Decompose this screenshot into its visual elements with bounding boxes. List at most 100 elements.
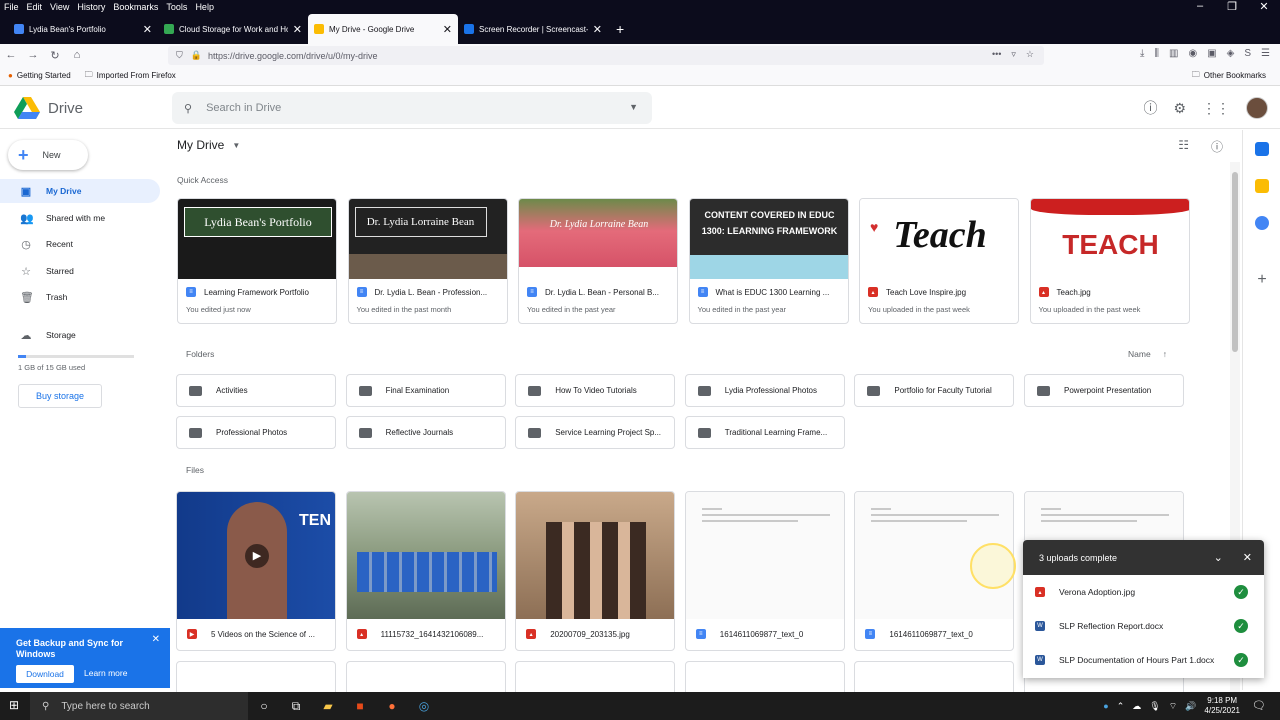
- close-icon[interactable]: ✕: [152, 634, 160, 645]
- shield-icon[interactable]: ⛉: [176, 50, 183, 61]
- folder-item[interactable]: Portfolio for Faculty Tutorial: [854, 374, 1015, 407]
- close-tab-icon[interactable]: ✕: [443, 23, 452, 36]
- cortana-icon[interactable]: ○: [248, 699, 280, 713]
- drive-logo[interactable]: Drive: [14, 97, 83, 119]
- url-bar[interactable]: ⛉ 🔒 https://drive.google.com/drive/u/0/m…: [168, 46, 1044, 65]
- home-icon[interactable]: ⌂: [66, 49, 88, 61]
- file-card[interactable]: ▴ 20200709_203135.jpg: [515, 491, 676, 651]
- tab-3[interactable]: Screen Recorder | Screencast-O ✕: [458, 14, 608, 44]
- breadcrumb[interactable]: My Drive ▼: [177, 138, 240, 152]
- task-view-icon[interactable]: ⧉: [280, 699, 312, 714]
- extension-icon[interactable]: ◈: [1227, 48, 1235, 59]
- back-icon[interactable]: ←: [0, 49, 22, 61]
- upload-item[interactable]: W SLP Reflection Report.docx ✓: [1023, 609, 1264, 643]
- tray-chevron-icon[interactable]: ⌃: [1117, 701, 1125, 712]
- page-title[interactable]: My Drive: [177, 138, 224, 152]
- menu-bookmarks[interactable]: Bookmarks: [113, 2, 158, 12]
- close-tab-icon[interactable]: ✕: [143, 23, 152, 36]
- sidebar-item-starred[interactable]: ☆ Starred: [0, 259, 160, 283]
- settings-icon[interactable]: ⚙: [1173, 100, 1186, 117]
- new-button[interactable]: + New: [8, 140, 88, 170]
- firefox-icon[interactable]: ●: [376, 699, 408, 713]
- onedrive-icon[interactable]: ☁: [1132, 701, 1141, 712]
- file-explorer-icon[interactable]: ▰: [312, 699, 344, 713]
- url-text[interactable]: https://drive.google.com/drive/u/0/my-dr…: [208, 51, 378, 61]
- menu-file[interactable]: File: [4, 2, 19, 12]
- taskbar-search-placeholder[interactable]: Type here to search: [61, 701, 149, 712]
- quick-access-card[interactable]: TEACH ▴ Teach.jpg You uploaded in the past …: [1029, 198, 1190, 324]
- sort-control[interactable]: Name ↑: [1128, 349, 1167, 359]
- account-icon[interactable]: ◉: [1188, 48, 1197, 59]
- microphone-icon[interactable]: 🎙: [1149, 701, 1160, 712]
- screencast-tray-icon[interactable]: ●: [1103, 701, 1108, 711]
- buy-storage-button[interactable]: Buy storage: [18, 384, 102, 408]
- upload-item[interactable]: W SLP Documentation of Hours Part 1.docx ✓: [1023, 643, 1264, 677]
- folder-item[interactable]: Professional Photos: [176, 416, 336, 449]
- chevron-down-icon[interactable]: ▼: [232, 141, 240, 150]
- clock[interactable]: 9:18 PM 4/25/2021: [1204, 696, 1240, 716]
- chevron-down-icon[interactable]: ⌄: [1214, 551, 1223, 564]
- tab-2[interactable]: My Drive - Google Drive ✕: [308, 14, 458, 44]
- play-icon[interactable]: ▶: [245, 544, 269, 568]
- learn-more-button[interactable]: Learn more: [84, 668, 127, 678]
- quick-access-card[interactable]: CONTENT COVERED IN EDUC 1300: LEARNING F…: [688, 198, 849, 324]
- forward-icon[interactable]: →: [22, 49, 44, 61]
- folder-item[interactable]: Lydia Professional Photos: [684, 374, 845, 407]
- list-view-icon[interactable]: ☷: [1178, 138, 1189, 155]
- new-tab-icon[interactable]: +: [608, 14, 632, 44]
- menu-tools[interactable]: Tools: [166, 2, 187, 12]
- search-icon[interactable]: ⚲: [184, 102, 192, 115]
- add-addon-icon[interactable]: +: [1255, 272, 1269, 288]
- library-icon[interactable]: ⫼: [1154, 48, 1159, 59]
- calendar-icon[interactable]: [1255, 142, 1269, 156]
- quick-access-card[interactable]: Dr. Lydia Lorraine Bean ≡ Dr. Lydia L. Bea…: [347, 198, 508, 324]
- sidebar-item-trash[interactable]: 🗑 Trash: [0, 285, 160, 309]
- tab-1[interactable]: Cloud Storage for Work and Ho ✕: [158, 14, 308, 44]
- download-button[interactable]: Download: [16, 665, 74, 683]
- folder-item[interactable]: How To Video Tutorials: [515, 374, 676, 407]
- sort-label[interactable]: Name: [1128, 349, 1151, 359]
- search-input[interactable]: Search in Drive: [206, 102, 281, 114]
- taskbar-search[interactable]: ⚲ Type here to search: [30, 692, 248, 720]
- sidebar-item-recent[interactable]: ◷ Recent: [0, 232, 160, 256]
- folder-item[interactable]: Service Learning Project Sp...: [515, 416, 676, 449]
- sidebar-toggle-icon[interactable]: ▥: [1169, 48, 1178, 59]
- windows-start-icon[interactable]: ⊞: [9, 698, 19, 712]
- folder-item[interactable]: Reflective Journals: [345, 416, 506, 449]
- bookmark-imported[interactable]: 🗀 Imported From Firefox: [85, 69, 176, 83]
- quick-access-card[interactable]: Teach ♥ ▴ Teach Love Inspire.jpg You uploade…: [859, 198, 1019, 324]
- sidebar-item-storage[interactable]: ☁ Storage: [0, 323, 160, 347]
- office-icon[interactable]: ■: [344, 699, 376, 713]
- notifications-icon[interactable]: 🗨: [1252, 699, 1266, 712]
- folder-item[interactable]: Traditional Learning Frame...: [684, 416, 845, 449]
- page-actions-icon[interactable]: •••: [992, 49, 1001, 60]
- menu-view[interactable]: View: [50, 2, 69, 12]
- menu-help[interactable]: Help: [195, 2, 214, 12]
- extension-s-icon[interactable]: S: [1244, 48, 1251, 59]
- tab-0[interactable]: Lydia Bean's Portfolio ✕: [8, 14, 158, 44]
- search-options-icon[interactable]: ▼: [629, 102, 638, 112]
- download-icon[interactable]: ⤓: [1140, 48, 1144, 59]
- file-card[interactable]: ≡ 1614611069877_text_0: [684, 491, 845, 651]
- apps-grid-icon[interactable]: ⋮⋮: [1202, 100, 1230, 117]
- folder-item[interactable]: Activities: [176, 374, 336, 407]
- folder-item[interactable]: Final Examination: [345, 374, 506, 407]
- bookmark-star-icon[interactable]: ☆: [1026, 49, 1034, 60]
- file-card[interactable]: ▴ 11115732_1641432106089...: [345, 491, 506, 651]
- quick-access-card[interactable]: Lydia Bean's Portfolio ≡ Learning Framewor…: [177, 198, 337, 324]
- menu-history[interactable]: History: [77, 2, 105, 12]
- bookmark-getting-started[interactable]: ● Getting Started: [8, 71, 71, 80]
- sidebar-item-my-drive[interactable]: ▣ My Drive: [0, 179, 160, 203]
- help-icon[interactable]: ⓘ: [1143, 98, 1157, 118]
- keep-icon[interactable]: [1255, 179, 1269, 193]
- other-bookmarks[interactable]: 🗀 Other Bookmarks: [1192, 69, 1266, 83]
- pocket-icon[interactable]: ▿: [1011, 49, 1016, 60]
- search-box[interactable]: ⚲ Search in Drive ▼: [172, 92, 652, 124]
- menu-edit[interactable]: Edit: [27, 2, 43, 12]
- scrollbar-thumb[interactable]: [1232, 172, 1238, 352]
- reload-icon[interactable]: ↻: [44, 49, 66, 62]
- volume-icon[interactable]: 🔊: [1185, 701, 1196, 712]
- folder-item[interactable]: Powerpoint Presentation: [1024, 374, 1184, 407]
- close-icon[interactable]: ✕: [1243, 551, 1252, 564]
- tasks-icon[interactable]: [1255, 216, 1269, 230]
